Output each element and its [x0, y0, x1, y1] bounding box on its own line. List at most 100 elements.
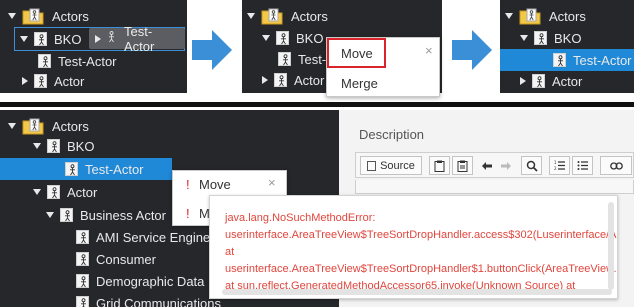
tree-row-actor[interactable]: Actor — [33, 183, 97, 201]
error-line: userinterface.AreaTreeView$TreeSortDropH… — [225, 229, 617, 241]
svg-text:1: 1 — [554, 160, 557, 165]
tree-label-actors: Actors — [291, 8, 328, 24]
find-button[interactable] — [521, 156, 542, 175]
tree-row-test-actor[interactable]: Test-Actor — [38, 52, 117, 70]
move-highlight — [327, 38, 386, 68]
actor-icon — [76, 296, 89, 307]
tree-row-item[interactable]: Consumer — [76, 250, 156, 268]
close-icon[interactable]: × — [268, 175, 276, 190]
tree-row-actor[interactable]: Actor — [22, 72, 84, 90]
drag-ghost-label: Test-Actor — [124, 23, 155, 54]
chevron-down-icon[interactable] — [46, 212, 54, 218]
folder-icon — [261, 7, 283, 25]
chevron-down-icon[interactable] — [8, 123, 16, 129]
tree-label-test-actor: Test-Actor — [85, 161, 144, 177]
link-button[interactable] — [600, 156, 632, 175]
chevron-down-icon[interactable] — [247, 13, 255, 19]
tree-label-item: Consumer — [96, 251, 156, 267]
folder-icon — [22, 7, 44, 25]
tree-label-actor: Actor — [552, 73, 583, 89]
actor-icon — [107, 31, 116, 46]
tree-label-item: Grid Communications — [96, 295, 221, 307]
chevron-down-icon[interactable] — [520, 35, 528, 41]
bullet-list-button[interactable] — [572, 156, 593, 175]
tree-label-bko: BKO — [67, 138, 95, 154]
chevron-right-icon — [95, 34, 101, 43]
chevron-down-icon[interactable] — [20, 36, 28, 42]
chevron-down-icon[interactable] — [8, 13, 16, 19]
redo-button[interactable] — [496, 156, 515, 175]
tree-row-actor[interactable]: Actor — [262, 71, 324, 89]
tree-row-bko[interactable]: BKO — [20, 30, 81, 48]
actor-icon — [276, 31, 289, 45]
actor-icon — [47, 139, 60, 153]
chevron-right-icon[interactable] — [22, 77, 28, 85]
chevron-down-icon[interactable] — [33, 143, 41, 149]
paste-button[interactable] — [429, 156, 450, 175]
menu-item-move[interactable]: Move — [199, 177, 231, 192]
horizontal-scrollbar[interactable] — [222, 289, 612, 295]
tree-label-test-actor: Test-Actor — [573, 52, 632, 68]
paste-text-icon — [457, 160, 468, 172]
actor-icon — [76, 274, 89, 288]
actor-icon — [34, 32, 47, 46]
tree-label-bko: BKO — [554, 30, 582, 46]
tree-row-test-actor-selected[interactable]: Test-Actor — [553, 51, 632, 69]
error-notification[interactable]: java.lang.NoSuchMethodError: userinterfa… — [209, 195, 618, 299]
source-button[interactable]: Source — [360, 156, 422, 175]
actor-icon — [38, 54, 51, 68]
tree-row-item[interactable]: Demographic Data Pr — [76, 272, 221, 290]
document-icon — [367, 160, 377, 171]
tree-row-test-actor-selected[interactable]: Test-Actor — [65, 160, 144, 178]
chevron-down-icon[interactable] — [505, 13, 513, 19]
tree-row-actor[interactable]: Actor — [520, 72, 582, 90]
menu-item-merge[interactable]: Merge — [341, 76, 378, 91]
chevron-right-icon[interactable] — [262, 76, 268, 84]
folder-icon — [22, 117, 44, 135]
numbered-list-button[interactable]: 12 — [549, 156, 570, 175]
tree-root-row[interactable]: Actors — [8, 117, 89, 135]
tree-row-business-actor[interactable]: Business Actor — [46, 206, 166, 224]
folder-icon — [519, 7, 541, 25]
warning-mark: ! — [186, 177, 190, 192]
toolbar-second-row — [355, 180, 634, 194]
chevron-down-icon[interactable] — [33, 189, 41, 195]
actor-icon — [60, 208, 73, 222]
tree-row-item[interactable]: AMI Service Engineer — [76, 228, 222, 246]
tree-label-actors: Actors — [549, 8, 586, 24]
tree-label-item: AMI Service Engineer — [96, 229, 222, 245]
source-button-label: Source — [380, 159, 415, 172]
tree-label-bko: BKO — [296, 30, 324, 46]
actor-icon — [65, 162, 78, 176]
drag-ghost[interactable]: Test-Actor — [89, 24, 185, 54]
description-label: Description — [359, 127, 425, 142]
actor-icon — [553, 53, 566, 67]
actor-icon — [274, 73, 287, 87]
tree-root-row[interactable]: Actors — [247, 7, 328, 25]
close-icon[interactable]: × — [425, 43, 433, 58]
tree-row-item[interactable]: Grid Communications — [76, 294, 221, 307]
tree-root-row[interactable]: Actors — [505, 7, 586, 25]
vertical-scrollbar[interactable] — [608, 202, 614, 290]
chevron-down-icon[interactable] — [262, 35, 270, 41]
actor-icon — [34, 74, 47, 88]
editor-toolbar: Source 12 — [355, 152, 634, 178]
tree-root-row[interactable]: Actors — [8, 7, 89, 25]
actor-icon — [76, 252, 89, 266]
error-line: at — [225, 246, 235, 258]
search-icon — [526, 160, 538, 172]
actor-icon — [76, 230, 89, 244]
tree-row-bko[interactable]: BKO — [520, 29, 581, 47]
svg-text:2: 2 — [554, 166, 557, 171]
actor-icon — [534, 31, 547, 45]
bullet-list-icon — [577, 161, 588, 170]
paste-text-button[interactable] — [452, 156, 473, 175]
undo-button[interactable] — [477, 156, 496, 175]
undo-icon — [481, 161, 492, 170]
tree-label-actor: Actor — [67, 184, 98, 200]
tree-row-bko[interactable]: BKO — [262, 29, 323, 47]
tree-row-test-actor[interactable]: Test-/ — [278, 50, 330, 68]
tree-label-actors: Actors — [52, 8, 89, 24]
chevron-right-icon[interactable] — [520, 77, 526, 85]
tree-row-bko[interactable]: BKO — [33, 137, 94, 155]
